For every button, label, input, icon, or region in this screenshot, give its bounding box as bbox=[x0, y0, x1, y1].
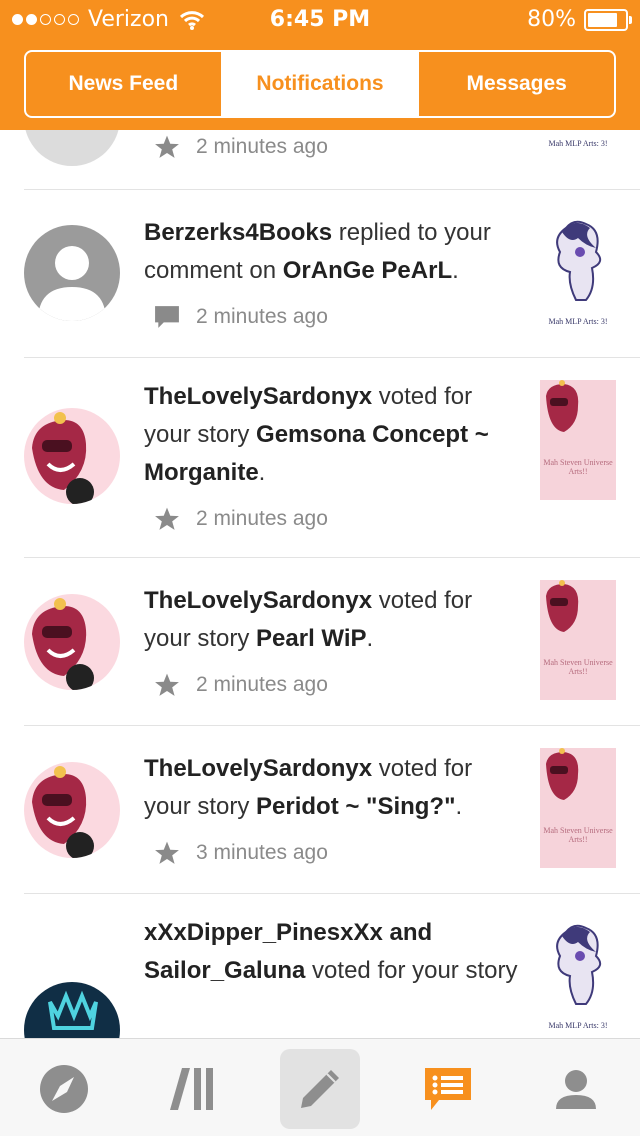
sardonyx-art-icon bbox=[546, 580, 579, 632]
sardonyx-art-icon bbox=[32, 598, 94, 690]
star-icon bbox=[154, 672, 180, 698]
notification-item[interactable]: TheLovelySardonyx voted for your story P… bbox=[24, 558, 640, 726]
library-icon bbox=[170, 1068, 213, 1110]
thumbnail-caption: Mah MLP Arts: 3! bbox=[548, 317, 608, 326]
notification-suffix: . bbox=[366, 625, 374, 652]
story-thumbnail[interactable]: Mah Steven Universe Arts!! bbox=[540, 380, 616, 500]
nav-library-button[interactable] bbox=[152, 1049, 232, 1129]
notification-text: TheLovelySardonyx voted for your story P… bbox=[144, 582, 524, 658]
nav-write-button[interactable] bbox=[280, 1049, 360, 1129]
notifications-icon bbox=[425, 1068, 471, 1110]
star-icon bbox=[154, 506, 180, 532]
sardonyx-art-icon bbox=[32, 766, 94, 858]
notification-user[interactable]: TheLovelySardonyx bbox=[144, 383, 372, 410]
star-icon bbox=[154, 134, 180, 160]
default-user-icon bbox=[38, 246, 106, 321]
status-right: 80% bbox=[527, 7, 632, 32]
thumbnail-caption: Mah Steven Universe Arts!! bbox=[543, 658, 613, 676]
notification-user[interactable]: TheLovelySardonyx bbox=[144, 587, 372, 614]
thumbnail-caption: Mah Steven Universe Arts!! bbox=[543, 458, 613, 476]
nav-profile-button[interactable] bbox=[536, 1049, 616, 1129]
tab-messages[interactable]: Messages bbox=[417, 52, 614, 116]
nav-notifications-button[interactable] bbox=[408, 1049, 488, 1129]
battery-percent: 80% bbox=[527, 7, 576, 32]
notification-target[interactable]: OrAnGe PeArL bbox=[283, 257, 452, 284]
notification-time: 2 minutes ago bbox=[196, 673, 328, 696]
notification-item[interactable]: Berzerks4Books replied to your comment o… bbox=[24, 190, 640, 358]
avatar[interactable] bbox=[24, 594, 120, 690]
bottom-navigation bbox=[0, 1038, 640, 1136]
notification-user[interactable]: xXxDipper_PinesxXx bbox=[144, 919, 383, 946]
pencil-icon bbox=[301, 1070, 339, 1108]
status-bar: Verizon 6:45 PM 80% bbox=[0, 0, 640, 40]
notification-meta: 2 minutes ago bbox=[154, 304, 328, 330]
tab-label: Messages bbox=[466, 72, 567, 95]
notification-time: 3 minutes ago bbox=[196, 841, 328, 864]
tab-news-feed[interactable]: News Feed bbox=[26, 52, 221, 116]
thumbnail-caption: Mah MLP Arts: 3! bbox=[548, 139, 608, 148]
notification-text: TheLovelySardonyx voted for your story P… bbox=[144, 750, 524, 826]
notification-conjunction: and bbox=[382, 919, 433, 946]
tab-label: Notifications bbox=[256, 72, 384, 95]
notification-text: Berzerks4Books replied to your comment o… bbox=[144, 214, 524, 290]
story-thumbnail[interactable]: Mah Steven Universe Arts!! bbox=[540, 580, 616, 700]
notification-item[interactable]: TheLovelySardonyx voted for your story G… bbox=[24, 358, 640, 558]
sardonyx-art-icon bbox=[546, 748, 579, 800]
notification-target[interactable]: Pearl WiP bbox=[256, 625, 367, 652]
avatar[interactable] bbox=[24, 762, 120, 858]
avatar[interactable] bbox=[24, 225, 120, 321]
notification-suffix: . bbox=[452, 257, 459, 284]
notification-target[interactable]: Peridot ~ "Sing?" bbox=[256, 793, 455, 820]
notification-time: 2 minutes ago bbox=[196, 507, 328, 530]
pony-art-icon bbox=[556, 220, 602, 301]
notification-meta: 2 minutes ago bbox=[154, 134, 328, 160]
sardonyx-art-icon bbox=[32, 412, 94, 504]
star-icon bbox=[154, 840, 180, 866]
tab-label: News Feed bbox=[68, 72, 179, 95]
notification-item[interactable]: xXxDipper_PinesxXx and Sailor_Galuna vot… bbox=[24, 894, 640, 1038]
notification-action: voted for your story bbox=[305, 957, 518, 984]
sardonyx-art-icon bbox=[546, 380, 579, 432]
notification-user[interactable]: Sailor_Galuna bbox=[144, 957, 305, 984]
app-header: Verizon 6:45 PM 80% News Feed Notificati… bbox=[0, 0, 640, 130]
notification-meta: 3 minutes ago bbox=[154, 840, 328, 866]
battery-icon bbox=[584, 8, 632, 31]
tab-bar: News Feed Notifications Messages bbox=[24, 50, 616, 118]
notification-time: 2 minutes ago bbox=[196, 135, 328, 158]
tab-notifications[interactable]: Notifications bbox=[220, 52, 418, 116]
crown-art-icon bbox=[48, 990, 98, 1030]
notification-suffix: . bbox=[258, 459, 266, 486]
notification-suffix: . bbox=[455, 793, 463, 820]
notification-list: 2 minutes ago Mah MLP Arts: 3! Berzerks4… bbox=[0, 130, 640, 1038]
avatar[interactable] bbox=[24, 982, 120, 1038]
notification-time: 2 minutes ago bbox=[196, 305, 328, 328]
notification-meta: 2 minutes ago bbox=[154, 506, 328, 532]
profile-icon bbox=[556, 1070, 596, 1109]
story-thumbnail[interactable]: Mah MLP Arts: 3! bbox=[540, 218, 616, 328]
notification-user[interactable]: Berzerks4Books bbox=[144, 219, 332, 246]
thumbnail-caption: Mah Steven Universe Arts!! bbox=[543, 826, 613, 844]
pony-art-icon bbox=[556, 924, 602, 1005]
notification-item[interactable]: 2 minutes ago Mah MLP Arts: 3! bbox=[24, 130, 640, 190]
story-thumbnail[interactable]: Mah MLP Arts: 3! bbox=[540, 130, 616, 150]
story-thumbnail[interactable]: Mah MLP Arts: 3! bbox=[540, 922, 616, 1032]
notification-text: xXxDipper_PinesxXx and Sailor_Galuna vot… bbox=[144, 914, 524, 990]
story-thumbnail[interactable]: Mah Steven Universe Arts!! bbox=[540, 748, 616, 868]
avatar[interactable] bbox=[24, 408, 120, 504]
thumbnail-caption: Mah MLP Arts: 3! bbox=[548, 1021, 608, 1030]
comment-icon bbox=[154, 304, 180, 330]
notification-text: TheLovelySardonyx voted for your story G… bbox=[144, 378, 524, 492]
avatar[interactable] bbox=[24, 130, 120, 166]
compass-icon bbox=[40, 1065, 88, 1113]
notification-meta: 2 minutes ago bbox=[154, 672, 328, 698]
notification-item[interactable]: TheLovelySardonyx voted for your story P… bbox=[24, 726, 640, 894]
nav-discover-button[interactable] bbox=[24, 1049, 104, 1129]
notification-user[interactable]: TheLovelySardonyx bbox=[144, 755, 372, 782]
